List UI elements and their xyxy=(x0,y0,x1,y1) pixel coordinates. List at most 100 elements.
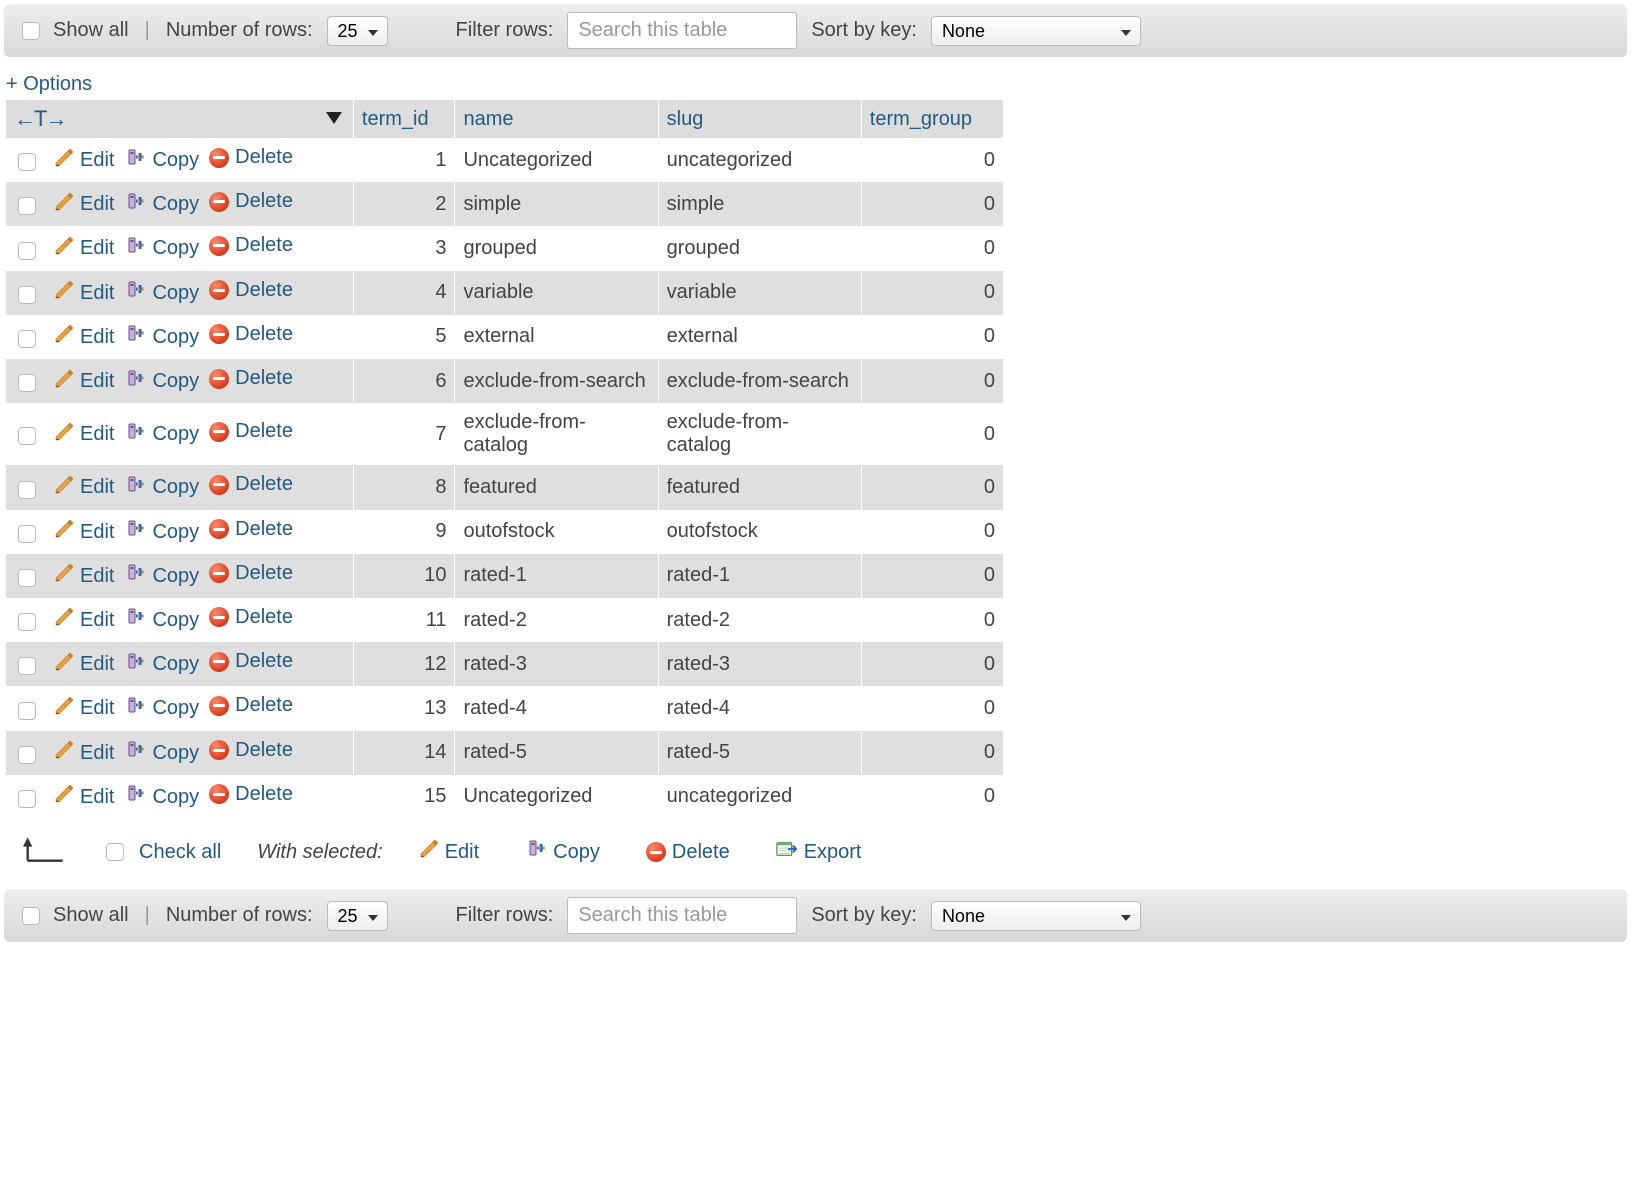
row-checkbox[interactable] xyxy=(18,746,36,764)
cell-name: exclude-from-search xyxy=(455,359,658,403)
delete-button[interactable]: Delete xyxy=(209,323,293,346)
check-all-checkbox[interactable] xyxy=(106,843,124,861)
cell-name: Uncategorized xyxy=(455,775,658,819)
copy-button[interactable]: Copy xyxy=(124,784,199,810)
edit-button[interactable]: Edit xyxy=(54,324,114,350)
delete-button[interactable]: Delete xyxy=(209,650,293,673)
row-checkbox[interactable] xyxy=(18,613,36,631)
copy-button[interactable]: Copy xyxy=(124,148,199,174)
delete-button[interactable]: Delete xyxy=(209,739,293,762)
cell-term-id: 14 xyxy=(353,731,455,775)
cell-name: grouped xyxy=(455,226,658,270)
edit-button[interactable]: Edit xyxy=(54,280,114,306)
sort-direction-icon[interactable] xyxy=(326,112,342,124)
row-checkbox[interactable] xyxy=(18,481,36,499)
row-checkbox[interactable] xyxy=(18,657,36,675)
edit-button[interactable]: Edit xyxy=(54,148,114,174)
show-all-checkbox-bottom[interactable] xyxy=(22,907,40,925)
edit-button[interactable]: Edit xyxy=(54,696,114,722)
row-actions-cell: Edit Copy Delete xyxy=(6,465,353,509)
edit-button[interactable]: Edit xyxy=(54,236,114,262)
row-checkbox[interactable] xyxy=(18,286,36,304)
edit-button[interactable]: Edit xyxy=(54,607,114,633)
copy-button[interactable]: Copy xyxy=(124,740,199,766)
copy-button[interactable]: Copy xyxy=(124,324,199,350)
row-checkbox[interactable] xyxy=(18,790,36,808)
edit-label: Edit xyxy=(80,742,114,765)
bulk-export-button[interactable]: Export xyxy=(776,839,862,865)
check-all[interactable]: Check all xyxy=(102,840,221,864)
copy-button[interactable]: Copy xyxy=(124,236,199,262)
bulk-copy-button[interactable]: Copy xyxy=(525,839,600,865)
copy-button[interactable]: Copy xyxy=(124,519,199,545)
delete-button[interactable]: Delete xyxy=(209,420,293,443)
delete-label: Delete xyxy=(235,606,293,629)
filter-rows-input-bottom[interactable] xyxy=(567,897,797,934)
row-checkbox[interactable] xyxy=(18,569,36,587)
num-rows-select-bottom[interactable]: 25 xyxy=(327,901,388,931)
copy-button[interactable]: Copy xyxy=(124,475,199,501)
edit-button[interactable]: Edit xyxy=(54,369,114,395)
cell-slug: outofstock xyxy=(658,510,861,554)
delete-button[interactable]: Delete xyxy=(209,146,293,169)
sort-by-key-label: Sort by key: xyxy=(811,19,917,42)
filter-rows-input[interactable] xyxy=(567,12,797,49)
fulltext-toggle-icon[interactable]: ←T→ xyxy=(14,106,65,131)
cell-slug: variable xyxy=(658,271,861,315)
delete-button[interactable]: Delete xyxy=(209,190,293,213)
delete-button[interactable]: Delete xyxy=(209,473,293,496)
edit-label: Edit xyxy=(80,697,114,720)
bulk-delete-button[interactable]: Delete xyxy=(646,841,730,864)
delete-button[interactable]: Delete xyxy=(209,234,293,257)
copy-button[interactable]: Copy xyxy=(124,563,199,589)
delete-button[interactable]: Delete xyxy=(209,694,293,717)
show-all-top[interactable]: Show all xyxy=(18,19,129,43)
delete-button[interactable]: Delete xyxy=(209,606,293,629)
edit-button[interactable]: Edit xyxy=(54,563,114,589)
copy-button[interactable]: Copy xyxy=(124,696,199,722)
bulk-edit-button[interactable]: Edit xyxy=(419,839,479,865)
sort-by-key-select[interactable]: None xyxy=(931,16,1141,46)
col-slug[interactable]: slug xyxy=(658,100,861,138)
delete-button[interactable]: Delete xyxy=(209,562,293,585)
row-checkbox[interactable] xyxy=(18,330,36,348)
row-checkbox[interactable] xyxy=(18,427,36,445)
num-rows-label: Number of rows: xyxy=(166,19,313,42)
edit-button[interactable]: Edit xyxy=(54,519,114,545)
delete-button[interactable]: Delete xyxy=(209,279,293,302)
options-toggle[interactable]: + Options xyxy=(6,73,92,96)
edit-button[interactable]: Edit xyxy=(54,192,114,218)
copy-button[interactable]: Copy xyxy=(124,652,199,678)
delete-button[interactable]: Delete xyxy=(209,367,293,390)
copy-button[interactable]: Copy xyxy=(124,422,199,448)
delete-button[interactable]: Delete xyxy=(209,783,293,806)
row-checkbox[interactable] xyxy=(18,702,36,720)
show-all-bottom[interactable]: Show all xyxy=(18,904,129,928)
sort-by-key-select-bottom[interactable]: None xyxy=(931,901,1141,931)
delete-button[interactable]: Delete xyxy=(209,518,293,541)
col-term-id[interactable]: term_id xyxy=(353,100,455,138)
pencil-icon xyxy=(54,324,74,350)
show-all-checkbox[interactable] xyxy=(22,22,40,40)
row-checkbox[interactable] xyxy=(18,197,36,215)
table-row: EditCopyDelete5externalexternal0 xyxy=(6,315,1004,359)
edit-label: Edit xyxy=(80,653,114,676)
copy-button[interactable]: Copy xyxy=(124,192,199,218)
row-checkbox[interactable] xyxy=(18,242,36,260)
copy-button[interactable]: Copy xyxy=(124,607,199,633)
row-checkbox[interactable] xyxy=(18,525,36,543)
num-rows-select[interactable]: 25 xyxy=(327,16,388,46)
col-name[interactable]: name xyxy=(455,100,658,138)
row-checkbox[interactable] xyxy=(18,153,36,171)
edit-button[interactable]: Edit xyxy=(54,652,114,678)
cell-slug: rated-4 xyxy=(658,686,861,730)
row-checkbox[interactable] xyxy=(18,374,36,392)
check-all-label[interactable]: Check all xyxy=(139,841,221,864)
col-term-group[interactable]: term_group xyxy=(861,100,1003,138)
edit-button[interactable]: Edit xyxy=(54,422,114,448)
copy-button[interactable]: Copy xyxy=(124,369,199,395)
edit-button[interactable]: Edit xyxy=(54,475,114,501)
copy-button[interactable]: Copy xyxy=(124,280,199,306)
edit-button[interactable]: Edit xyxy=(54,784,114,810)
edit-button[interactable]: Edit xyxy=(54,740,114,766)
